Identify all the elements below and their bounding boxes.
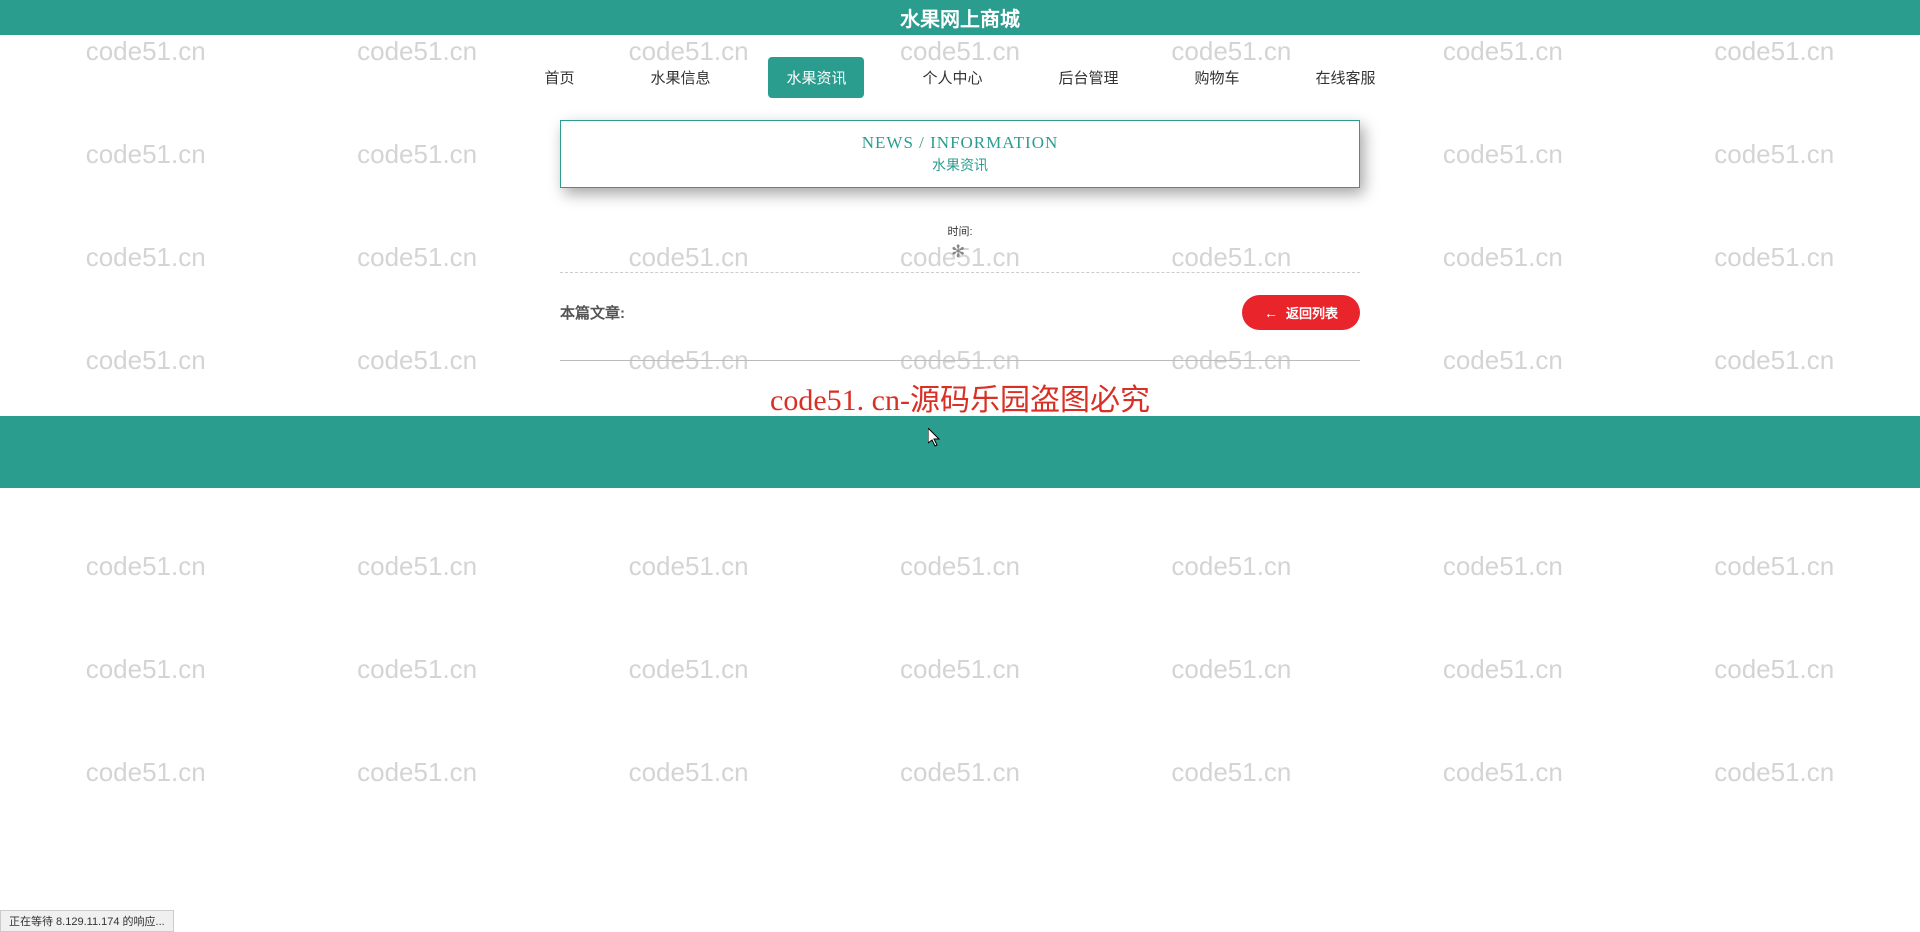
nav-personal[interactable]: 个人中心	[904, 57, 1000, 98]
nav-fruit-info[interactable]: 水果信息	[632, 57, 728, 98]
info-title-en: NEWS / INFORMATION	[581, 133, 1339, 153]
time-label: 时间:	[560, 223, 1360, 239]
info-card: NEWS / INFORMATION 水果资讯	[560, 120, 1360, 188]
overlay-watermark-text: code51. cn-源码乐园盗图必究	[770, 375, 1150, 419]
back-button-label: 返回列表	[1286, 303, 1338, 322]
nav-home[interactable]: 首页	[526, 57, 592, 98]
site-title: 水果网上商城	[900, 3, 1020, 32]
loading-spinner-icon	[951, 242, 969, 260]
nav-fruit-news[interactable]: 水果资讯	[768, 57, 864, 98]
back-to-list-button[interactable]: ← 返回列表	[1242, 295, 1360, 330]
article-section: 本篇文章: ← 返回列表	[560, 273, 1360, 361]
nav-service[interactable]: 在线客服	[1298, 57, 1394, 98]
browser-status-bar: 正在等待 8.129.11.174 的响应...	[0, 910, 174, 932]
content-wrapper: NEWS / INFORMATION 水果资讯 时间: 本篇文章: ← 返回列表	[560, 120, 1360, 361]
nav-admin[interactable]: 后台管理	[1041, 57, 1137, 98]
header: 水果网上商城	[0, 0, 1920, 35]
main-nav: 首页 水果信息 水果资讯 个人中心 后台管理 购物车 在线客服	[0, 35, 1920, 120]
info-title-cn: 水果资讯	[581, 155, 1339, 175]
article-label: 本篇文章:	[560, 302, 625, 323]
arrow-left-icon: ←	[1264, 305, 1278, 321]
footer	[0, 416, 1920, 488]
time-section: 时间:	[560, 223, 1360, 273]
nav-cart[interactable]: 购物车	[1177, 57, 1258, 98]
